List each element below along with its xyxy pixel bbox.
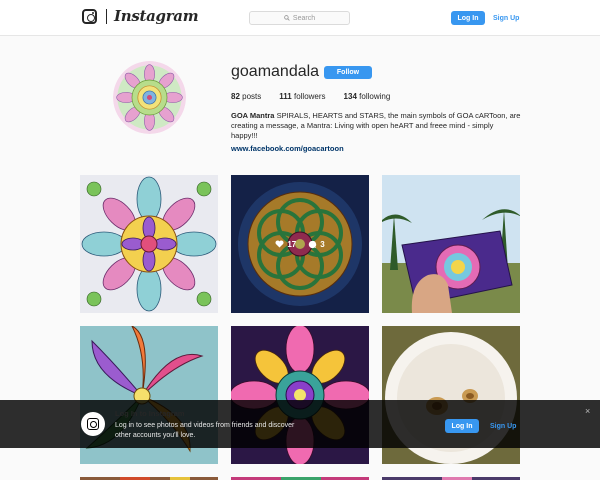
post-thumbnail[interactable] bbox=[382, 175, 520, 313]
banner-login-button[interactable]: Log In bbox=[445, 419, 479, 433]
comments-count: 3 bbox=[320, 239, 325, 249]
banner-description: Log in to see photos and videos from fri… bbox=[115, 422, 295, 439]
followers-count: 111 bbox=[279, 92, 292, 101]
banner-title: Log In to Instagram bbox=[115, 409, 185, 418]
profile-username: goamandala bbox=[231, 63, 320, 80]
search-placeholder: Search bbox=[292, 14, 316, 22]
profile-stats: 82 posts 111 followers 134 following bbox=[231, 92, 408, 101]
followers-label: followers bbox=[293, 92, 326, 101]
follow-button[interactable]: Follow bbox=[324, 66, 372, 79]
bio-text: SPIRALS, HEARTS and STARS, the main symb… bbox=[231, 111, 521, 140]
login-button[interactable]: Log In bbox=[451, 11, 485, 25]
following-label: following bbox=[359, 92, 391, 101]
profile-avatar[interactable] bbox=[113, 61, 186, 134]
comments-metric: 3 bbox=[308, 239, 325, 249]
posts-label: posts bbox=[242, 92, 262, 101]
posts-stat: 82 posts bbox=[231, 92, 261, 101]
logo-divider bbox=[106, 9, 107, 24]
post-thumbnail[interactable]: 17 3 bbox=[231, 175, 369, 313]
following-stat[interactable]: 134 following bbox=[344, 92, 391, 101]
top-navigation-bar: Instagram Search Log In Sign Up bbox=[0, 0, 600, 36]
profile-bio: GOA Mantra SPIRALS, HEARTS and STARS, th… bbox=[231, 111, 521, 141]
heart-icon bbox=[275, 240, 284, 248]
comment-icon bbox=[309, 240, 317, 248]
signup-link[interactable]: Sign Up bbox=[493, 11, 519, 25]
profile-website-link[interactable]: www.facebook.com/goacartoon bbox=[231, 144, 344, 153]
likes-count: 17 bbox=[287, 239, 297, 249]
posts-count: 82 bbox=[231, 92, 240, 101]
following-count: 134 bbox=[343, 92, 357, 101]
bio-name: GOA Mantra bbox=[231, 111, 275, 120]
search-icon bbox=[284, 15, 290, 21]
instagram-glyph-icon[interactable] bbox=[82, 9, 97, 24]
banner-signup-link[interactable]: Sign Up bbox=[490, 419, 516, 433]
post-hover-overlay: 17 3 bbox=[231, 175, 369, 313]
instagram-wordmark[interactable]: Instagram bbox=[114, 7, 199, 25]
post-thumbnail[interactable] bbox=[80, 175, 218, 313]
followers-stat[interactable]: 111 followers bbox=[279, 92, 325, 101]
close-icon[interactable]: × bbox=[585, 406, 590, 416]
search-input[interactable]: Search bbox=[249, 11, 350, 25]
likes-metric: 17 bbox=[275, 240, 296, 249]
instagram-app-icon bbox=[81, 412, 105, 436]
